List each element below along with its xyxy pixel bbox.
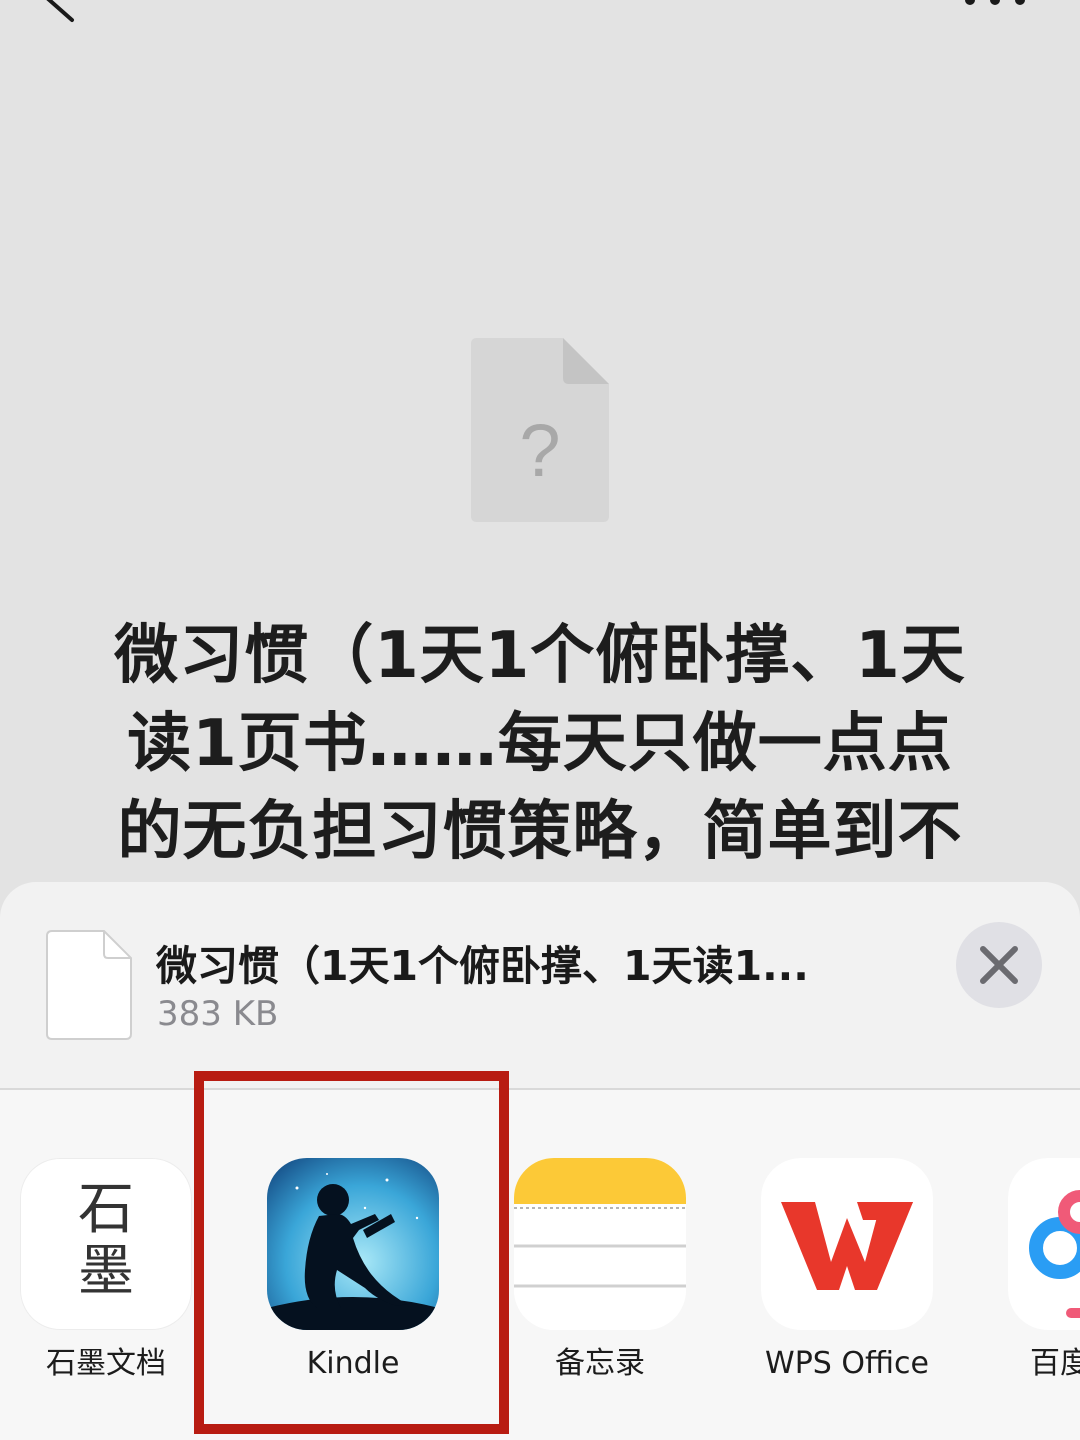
app-label-wps: WPS Office [765,1346,929,1381]
app-notes[interactable]: 备忘录 [514,1158,686,1384]
app-label-notes: 备忘录 [555,1346,645,1381]
file-name: 微习惯（1天1个俯卧撑、1天读1... [156,942,809,990]
more-dots-icon[interactable] [960,0,1030,10]
share-sheet: 微习惯（1天1个俯卧撑、1天读1... 383 KB 石 墨 石墨文档 Kind… [0,882,1080,1440]
close-button[interactable] [956,922,1042,1008]
shimo-docs-icon: 石 墨 [20,1158,192,1330]
kindle-icon [267,1158,439,1330]
shimo-icon-char-2: 墨 [78,1239,134,1304]
close-icon [980,946,1018,984]
share-screen: ? 微习惯（1天1个俯卧撑、1天读1页书……每天只做一点点的无负担习惯策略，简单… [0,0,1080,1440]
wps-office-icon [761,1158,933,1330]
unknown-file-icon: ? [471,338,609,522]
file-header: 微习惯（1天1个俯卧撑、1天读1... 383 KB [0,882,1080,1090]
app-shimo-docs[interactable]: 石 墨 石墨文档 [20,1158,192,1384]
notes-icon [514,1158,686,1330]
file-icon [46,930,132,1040]
baidu-netdisk-icon [1008,1158,1080,1330]
app-wps-office[interactable]: WPS Office [761,1158,933,1384]
app-label-shimo: 石墨文档 [46,1346,166,1381]
app-share-row: 石 墨 石墨文档 Kindle 备忘录 WPS Office 百度 [0,1090,1080,1440]
app-baidu[interactable]: 百度 [1008,1158,1080,1384]
app-label-kindle: Kindle [306,1346,400,1381]
app-label-baidu: 百度 [1030,1346,1080,1381]
shimo-icon-char-1: 石 [78,1177,134,1242]
file-size: 383 KB [157,994,279,1034]
question-mark-glyph: ? [519,409,560,492]
back-chevron-icon[interactable] [30,0,90,30]
app-kindle[interactable]: Kindle [267,1158,439,1384]
